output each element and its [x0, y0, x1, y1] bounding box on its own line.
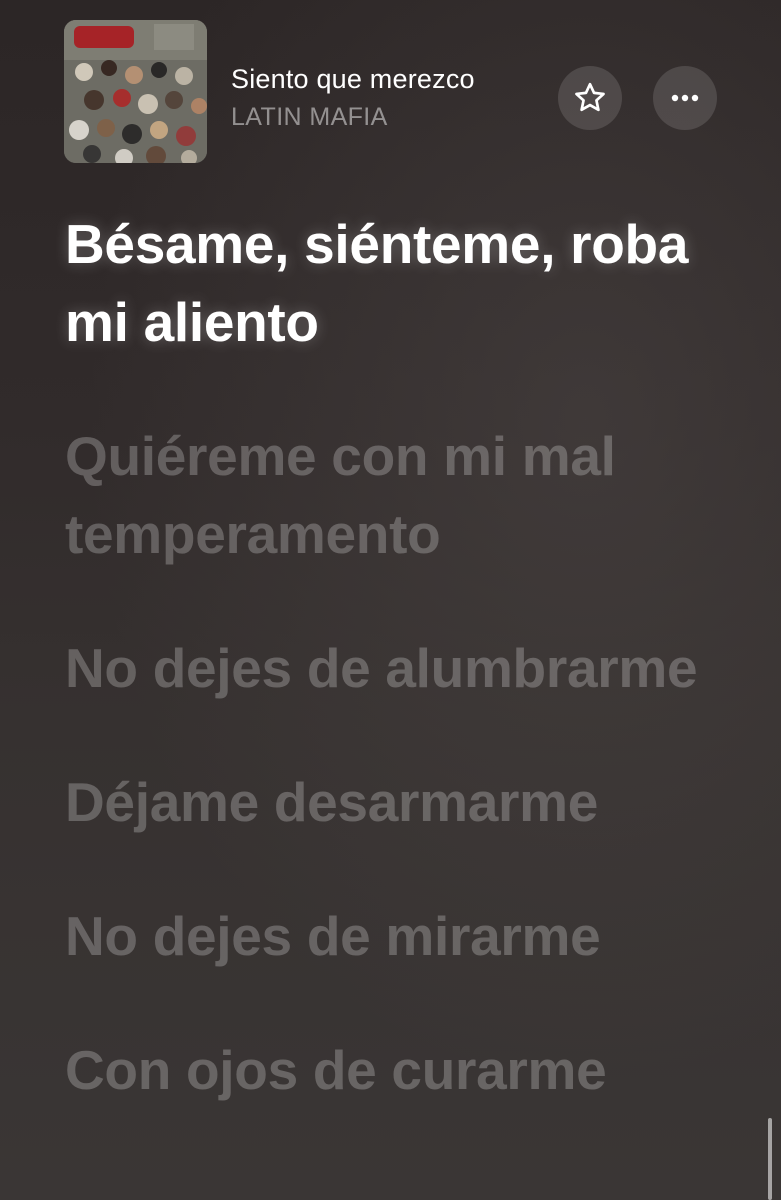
artist-name[interactable]: LATIN MAFIA	[231, 103, 388, 132]
now-playing-header: Siento que merezco LATIN MAFIA	[0, 0, 781, 180]
lyric-line-current[interactable]: Bésame, siénteme, roba mi aliento	[65, 205, 755, 361]
lyric-line[interactable]: Quiéreme con mi mal temperamento	[65, 417, 755, 573]
lyric-line[interactable]: Déjame desarmarme	[65, 763, 755, 841]
album-artwork[interactable]	[64, 20, 207, 163]
more-options-button[interactable]	[653, 66, 717, 130]
lyric-line[interactable]: Con ojos de curarme	[65, 1031, 755, 1109]
ellipsis-icon	[671, 94, 699, 102]
lyric-line[interactable]: No dejes de alumbrarme	[65, 629, 755, 707]
star-icon	[575, 82, 605, 112]
song-title[interactable]: Siento que merezco	[231, 64, 551, 95]
favorite-button[interactable]	[558, 66, 622, 130]
scroll-indicator[interactable]	[768, 1118, 772, 1200]
lyric-line[interactable]: No dejes de mirarme	[65, 897, 755, 975]
lyrics-view[interactable]: Bésame, siénteme, roba mi aliento Quiére…	[65, 205, 755, 1165]
